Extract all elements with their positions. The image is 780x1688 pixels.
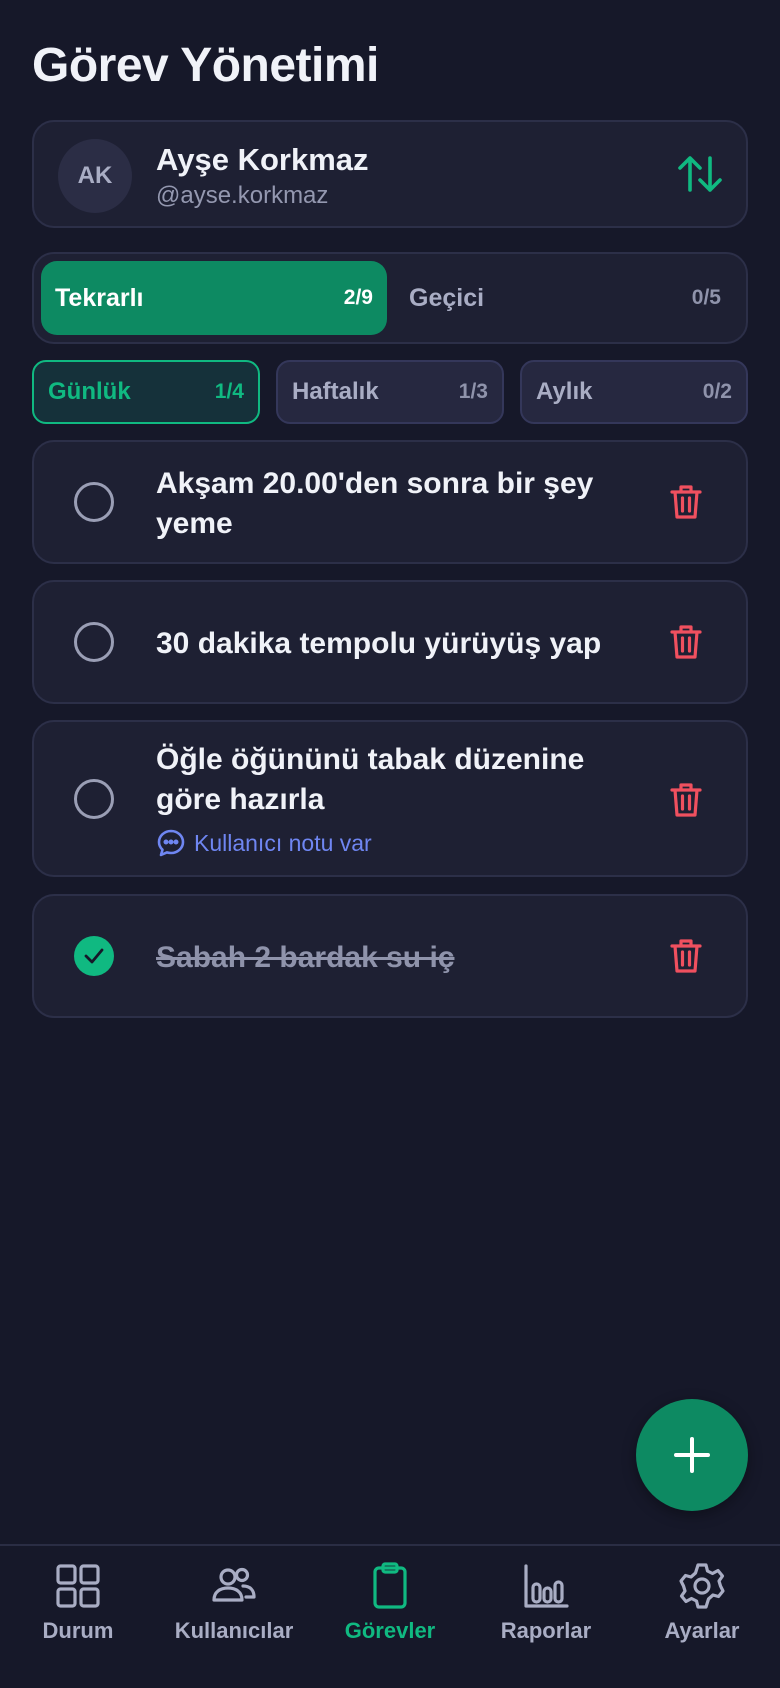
nav-label: Durum [42, 1618, 114, 1643]
nav-item-status[interactable]: Durum [0, 1562, 156, 1662]
period-label: Günlük [48, 378, 131, 405]
bar-chart-icon [524, 1564, 569, 1608]
nav-label: Kullanıcılar [174, 1618, 294, 1643]
task-item[interactable]: 30 dakika tempolu yürüyüş yap [32, 580, 748, 704]
clipboard-icon [373, 1562, 407, 1609]
gear-icon [679, 1563, 725, 1609]
task-checkbox[interactable] [74, 482, 114, 522]
task-title: Sabah 2 bardak su iç [156, 941, 455, 974]
add-task-button[interactable] [636, 1399, 748, 1511]
task-item[interactable]: Sabah 2 bardak su iç [32, 894, 748, 1018]
plus-icon [674, 1437, 710, 1473]
user-note-indicator[interactable]: Kullanıcı notu var [156, 828, 372, 858]
nav-item-reports[interactable]: Raporlar [468, 1562, 624, 1662]
user-name: Ayşe Korkmaz [156, 142, 369, 177]
task-item[interactable]: Öğle öğününü tabak düzenine göre hazırla… [32, 720, 748, 877]
task-title: Akşam 20.00'den sonra bir şey yeme [156, 467, 594, 540]
tab-label: Geçici [409, 283, 485, 312]
tab-recurring[interactable]: Tekrarlı 2/9 [41, 261, 387, 335]
task-checkbox[interactable] [74, 779, 114, 819]
task-title: 30 dakika tempolu yürüyüş yap [156, 627, 602, 660]
trash-icon[interactable] [670, 782, 702, 818]
period-tab-monthly[interactable]: Aylık 0/2 [520, 360, 748, 424]
task-item[interactable]: Akşam 20.00'den sonra bir şey yeme [32, 440, 748, 564]
check-icon [84, 948, 104, 964]
task-checkbox-checked[interactable] [74, 936, 114, 976]
trash-icon[interactable] [670, 624, 702, 660]
task-checkbox[interactable] [74, 622, 114, 662]
nav-item-tasks[interactable]: Görevler [312, 1562, 468, 1662]
bottom-nav: Durum Kullanıcılar Görevler Raporlar Aya… [0, 1544, 780, 1688]
user-card[interactable]: AK Ayşe Korkmaz @ayse.korkmaz [32, 120, 748, 228]
nav-item-users[interactable]: Kullanıcılar [156, 1562, 312, 1662]
period-count: 1/4 [214, 380, 244, 403]
period-label: Aylık [536, 378, 593, 405]
task-type-tabs: Tekrarlı 2/9 Geçici 0/5 [32, 252, 748, 344]
user-handle: @ayse.korkmaz [156, 182, 329, 209]
swap-user-button[interactable] [676, 152, 724, 196]
period-count: 0/2 [702, 380, 732, 403]
nav-item-settings[interactable]: Ayarlar [624, 1562, 780, 1662]
page-title: Görev Yönetimi [32, 39, 379, 92]
note-label: Kullanıcı notu var [194, 829, 372, 856]
period-tab-daily[interactable]: Günlük 1/4 [32, 360, 260, 424]
tab-temporary[interactable]: Geçici 0/5 [389, 261, 741, 335]
period-label: Haftalık [292, 378, 379, 405]
avatar: AK [58, 139, 132, 213]
period-tab-weekly[interactable]: Haftalık 1/3 [276, 360, 504, 424]
tab-count: 2/9 [343, 286, 373, 309]
swap-vertical-icon [678, 156, 722, 192]
trash-icon[interactable] [670, 938, 702, 974]
trash-icon[interactable] [670, 484, 702, 520]
nav-label: Raporlar [500, 1618, 592, 1643]
tab-label: Tekrarlı [55, 283, 144, 312]
users-icon [212, 1567, 256, 1602]
tab-count: 0/5 [691, 286, 721, 309]
grid-icon [56, 1564, 100, 1608]
task-title: Öğle öğününü tabak düzenine göre hazırla [156, 743, 585, 816]
nav-label: Ayarlar [664, 1618, 740, 1643]
chat-bubble-icon [157, 829, 185, 857]
nav-label: Görevler [344, 1618, 436, 1643]
period-count: 1/3 [458, 380, 488, 403]
